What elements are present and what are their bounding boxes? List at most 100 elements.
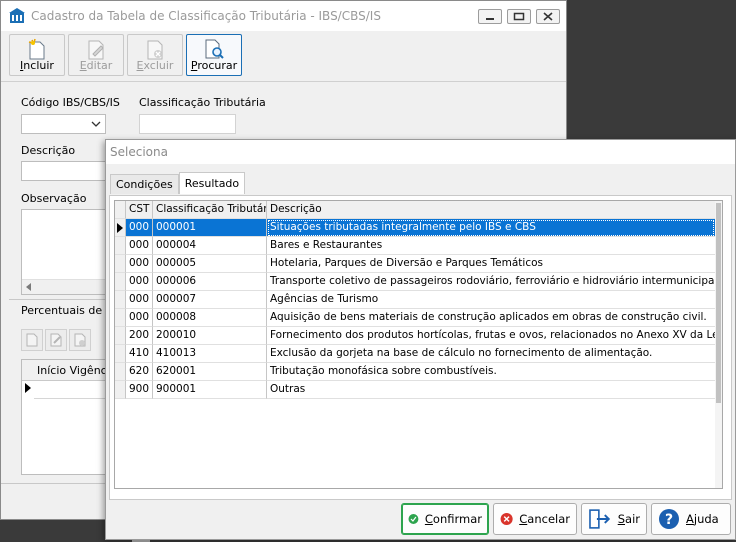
row-indicator bbox=[115, 327, 126, 345]
cell-cst[interactable]: 000 bbox=[126, 273, 153, 291]
cell-cst[interactable]: 410 bbox=[126, 345, 153, 363]
cell-classificacao[interactable]: 000004 bbox=[153, 237, 267, 255]
delete-percentual-button[interactable] bbox=[69, 329, 91, 351]
cell-descricao[interactable]: Bares e Restaurantes bbox=[267, 237, 715, 255]
cell-classificacao[interactable]: 000007 bbox=[153, 291, 267, 309]
cancelar-button[interactable]: Cancelar bbox=[493, 503, 577, 535]
cell-classificacao[interactable]: 000005 bbox=[153, 255, 267, 273]
cell-cst[interactable]: 620 bbox=[126, 363, 153, 381]
cell-descricao[interactable]: Outras bbox=[267, 381, 715, 399]
observacao-hscrollbar[interactable] bbox=[22, 279, 110, 294]
cell-classificacao[interactable]: 620001 bbox=[153, 363, 267, 381]
cell-cst[interactable]: 900 bbox=[126, 381, 153, 399]
row-pointer-icon bbox=[117, 223, 123, 233]
scroll-thumb[interactable] bbox=[716, 203, 721, 403]
table-row[interactable]: 900 900001 Outras bbox=[115, 381, 715, 399]
column-header-cst[interactable]: CST bbox=[126, 201, 153, 219]
classificacao-input[interactable] bbox=[139, 114, 236, 134]
cell-classificacao[interactable]: 900001 bbox=[153, 381, 267, 399]
table-row[interactable]: 000 000005 Hotelaria, Parques de Diversão … bbox=[115, 255, 715, 273]
exit-door-icon bbox=[589, 509, 611, 529]
observacao-label: Observação bbox=[21, 192, 87, 205]
percentuais-grid[interactable]: Início Vigênci bbox=[21, 359, 111, 475]
percentuais-toolbar bbox=[21, 329, 91, 351]
cell-descricao[interactable]: Fornecimento dos produtos hortícolas, fr… bbox=[267, 327, 715, 345]
row-indicator bbox=[115, 345, 126, 363]
grid-vscrollbar[interactable] bbox=[715, 201, 722, 488]
editar-label: ditar bbox=[86, 59, 113, 72]
minimize-button[interactable] bbox=[478, 9, 502, 24]
row-indicator bbox=[115, 273, 126, 291]
cancel-circle-icon bbox=[500, 512, 513, 526]
table-row[interactable]: 000 000007 Agências de Turismo bbox=[115, 291, 715, 309]
procurar-button[interactable]: Procurar bbox=[186, 34, 242, 76]
codigo-label: Código IBS/CBS/IS bbox=[21, 96, 120, 109]
search-document-icon bbox=[205, 39, 224, 59]
confirmar-button[interactable]: Confirmar bbox=[401, 503, 489, 535]
tab-condicoes[interactable]: Condições bbox=[110, 174, 179, 194]
cell-cst[interactable]: 000 bbox=[126, 309, 153, 327]
grid-header: CST Classificação Tributária Descrição bbox=[115, 201, 715, 220]
cell-descricao[interactable]: Hotelaria, Parques de Diversão e Parques… bbox=[267, 255, 715, 273]
cell-cst[interactable]: 000 bbox=[126, 255, 153, 273]
cell-descricao[interactable]: Agências de Turismo bbox=[267, 291, 715, 309]
table-row[interactable] bbox=[34, 380, 110, 399]
incluir-button[interactable]: Incluir bbox=[9, 34, 65, 76]
cell-classificacao[interactable]: 410013 bbox=[153, 345, 267, 363]
table-row[interactable]: 200 200010 Fornecimento dos produtos hortí… bbox=[115, 327, 715, 345]
cell-descricao[interactable]: Tributação monofásica sobre combustíveis… bbox=[267, 363, 715, 381]
table-row[interactable]: 000 000008 Aquisição de bens materiais de … bbox=[115, 309, 715, 327]
observacao-textarea[interactable] bbox=[21, 209, 111, 295]
cell-cst[interactable]: 000 bbox=[126, 219, 153, 237]
edit-percentual-button[interactable] bbox=[45, 329, 67, 351]
resultado-grid[interactable]: CST Classificação Tributária Descrição 0… bbox=[114, 200, 723, 489]
column-header-classificacao[interactable]: Classificação Tributária bbox=[153, 201, 267, 219]
percentuais-label: Percentuais de R bbox=[21, 304, 114, 317]
table-row[interactable]: 000 000004 Bares e Restaurantes bbox=[115, 237, 715, 255]
cell-descricao[interactable]: Aquisição de bens materiais de construçã… bbox=[267, 309, 715, 327]
cell-descricao[interactable]: Transporte coletivo de passageiros rodov… bbox=[267, 273, 715, 291]
table-row[interactable]: 620 620001 Tributação monofásica sobre com… bbox=[115, 363, 715, 381]
add-percentual-button[interactable] bbox=[21, 329, 43, 351]
codigo-combobox[interactable] bbox=[21, 114, 106, 134]
cell-descricao[interactable]: Situações tributadas integralmente pelo … bbox=[267, 219, 715, 237]
dialog-tabs: Condições Resultado bbox=[110, 172, 246, 194]
dialog-title[interactable]: Seleciona bbox=[106, 140, 735, 164]
ajuda-button[interactable]: ? Ajuda bbox=[651, 503, 731, 535]
table-row[interactable]: 000 000001 Situações tributadas integralme… bbox=[115, 219, 715, 237]
cell-cst[interactable]: 000 bbox=[126, 291, 153, 309]
row-indicator bbox=[115, 237, 126, 255]
row-indicator bbox=[115, 255, 126, 273]
app-logo-icon bbox=[9, 8, 25, 23]
sair-button[interactable]: Sair bbox=[581, 503, 647, 535]
sair-ul: S bbox=[617, 512, 626, 526]
cell-classificacao[interactable]: 000001 bbox=[153, 219, 267, 237]
cell-classificacao[interactable]: 000006 bbox=[153, 273, 267, 291]
tab-resultado[interactable]: Resultado bbox=[178, 172, 246, 194]
table-row[interactable]: 410 410013 Exclusão da gorjeta na base de … bbox=[115, 345, 715, 363]
procurar-label: rocurar bbox=[197, 59, 238, 72]
editar-button[interactable]: Editar bbox=[68, 34, 124, 76]
table-row[interactable]: 000 000006 Transporte coletivo de passagei… bbox=[115, 273, 715, 291]
window-title: Cadastro da Tabela de Classificação Trib… bbox=[31, 9, 381, 23]
ajuda-ul: A bbox=[686, 512, 694, 526]
cell-cst[interactable]: 200 bbox=[126, 327, 153, 345]
row-indicator bbox=[115, 309, 126, 327]
cell-cst[interactable]: 000 bbox=[126, 237, 153, 255]
ajuda-label: juda bbox=[693, 512, 719, 526]
column-header-descricao[interactable]: Descrição bbox=[267, 201, 715, 219]
cell-descricao[interactable]: Exclusão da gorjeta na base de cálculo n… bbox=[267, 345, 715, 363]
descricao-label: Descrição bbox=[21, 144, 76, 157]
confirmar-ul: C bbox=[424, 512, 433, 526]
check-circle-icon bbox=[408, 514, 419, 524]
cell-classificacao[interactable]: 000008 bbox=[153, 309, 267, 327]
descricao-input[interactable] bbox=[21, 161, 111, 181]
main-titlebar[interactable]: Cadastro da Tabela de Classificação Trib… bbox=[1, 1, 566, 31]
toolbar-divider bbox=[1, 81, 566, 82]
confirmar-label: onfirmar bbox=[432, 512, 482, 526]
maximize-button[interactable] bbox=[507, 9, 531, 24]
row-indicator bbox=[115, 381, 126, 399]
cell-classificacao[interactable]: 200010 bbox=[153, 327, 267, 345]
excluir-button[interactable]: Excluir bbox=[127, 34, 183, 76]
close-button[interactable] bbox=[536, 9, 560, 24]
